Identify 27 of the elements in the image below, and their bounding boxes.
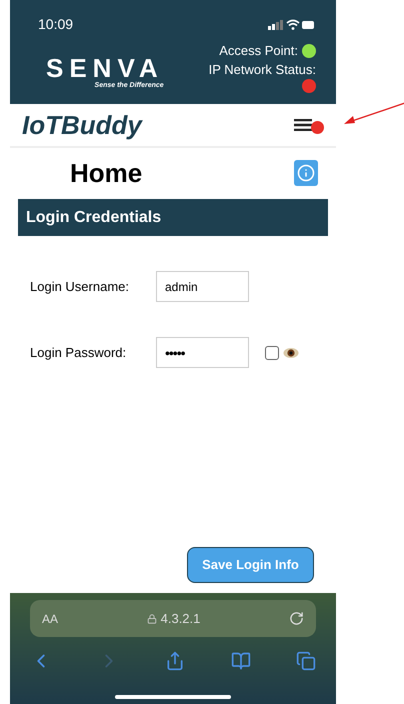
section-title: Login Credentials <box>26 208 162 228</box>
indicator-label: IP Network Status: <box>208 61 316 79</box>
status-icons <box>268 18 316 30</box>
reload-icon[interactable] <box>289 611 304 626</box>
field-label: Login Password: <box>30 344 128 362</box>
text-size-button[interactable]: AA <box>42 610 58 628</box>
show-password-checkbox[interactable] <box>265 346 279 360</box>
indicator-label: Access Point: <box>219 42 298 60</box>
address-bar[interactable]: AA 4.3.2.1 <box>30 600 316 637</box>
field-label: Login Username: <box>30 278 130 296</box>
page-title: Home <box>70 156 142 190</box>
save-button[interactable]: Save Login Info <box>187 547 314 583</box>
password-field[interactable]: ••••• <box>156 337 249 368</box>
address-text: 4.3.2.1 <box>160 610 200 628</box>
status-time: 10:09 <box>38 15 74 34</box>
lock-icon <box>146 614 157 624</box>
menu-icon <box>294 119 312 131</box>
username-field[interactable]: admin <box>156 271 249 302</box>
eye-icon <box>283 346 299 358</box>
annotation-arrow <box>343 102 404 126</box>
share-icon[interactable] <box>165 651 185 671</box>
bookmarks-icon[interactable] <box>230 651 250 671</box>
brand-logo: IoTBuddy <box>22 108 142 142</box>
tabs-icon[interactable] <box>296 651 316 671</box>
info-icon <box>297 164 315 182</box>
info-button[interactable] <box>294 160 318 186</box>
senva-logo: SENVA <box>46 55 164 81</box>
